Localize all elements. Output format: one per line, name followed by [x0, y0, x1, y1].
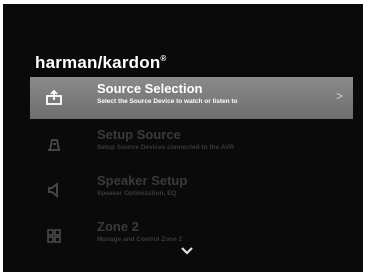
menu-item-subtitle: Select the Source Device to watch or lis…	[97, 98, 238, 105]
brand-logo: harman/kardon®	[35, 53, 167, 72]
menu-item-subtitle: Manage and Control Zone 2	[97, 236, 183, 243]
setup-source-icon	[48, 139, 60, 151]
menu-item-subtitle: Speaker Optimization, EQ	[97, 190, 177, 197]
menu-item-title: Setup Source	[97, 127, 181, 142]
menu-item-setup-source[interactable]: Setup Source Setup Source Devices connec…	[30, 123, 353, 165]
input-source-icon	[46, 89, 62, 105]
menu-item-title: Zone 2	[97, 219, 139, 234]
speaker-icon	[48, 182, 58, 198]
zone-grid-icon	[47, 229, 61, 243]
main-menu: Source Selection Select the Source Devic…	[30, 77, 353, 261]
menu-item-title: Speaker Setup	[97, 173, 188, 188]
tv-screen: harman/kardon® Source Selection Select t…	[3, 4, 363, 272]
menu-item-speaker-setup[interactable]: Speaker Setup Speaker Optimization, EQ	[30, 169, 353, 211]
menu-item-source-selection[interactable]: Source Selection Select the Source Devic…	[30, 77, 353, 119]
chevron-right-icon: >	[335, 89, 343, 103]
scroll-down-chevron-icon[interactable]	[177, 244, 197, 258]
menu-item-title: Source Selection	[97, 81, 203, 96]
menu-item-subtitle: Setup Source Devices connected to the AV…	[97, 144, 234, 151]
